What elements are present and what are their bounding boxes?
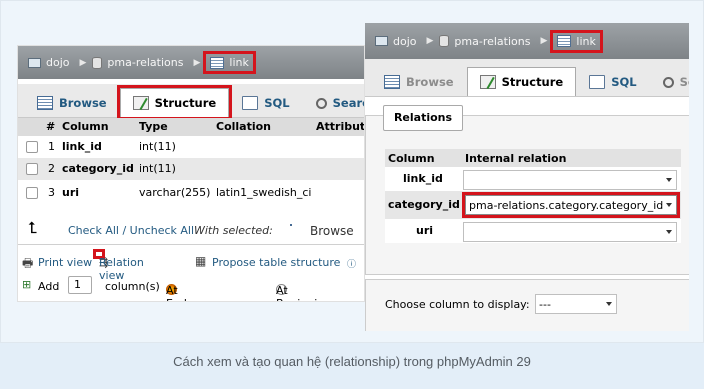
browse-icon — [290, 224, 292, 226]
table-header: # Column Type Collation Attribut — [18, 118, 364, 136]
browse-icon — [37, 96, 53, 110]
relation-select[interactable] — [463, 170, 677, 190]
structure-icon — [132, 96, 149, 110]
structure-pane: dojo ▶ pma-relations ▶ link Browse Struc… — [17, 45, 365, 302]
tab-browse[interactable]: Browse — [371, 67, 467, 96]
tab-sql[interactable]: SQL — [576, 67, 649, 96]
chevron-down-icon — [666, 230, 672, 234]
browse-icon — [384, 75, 400, 89]
display-fieldset: Choose column to display: --- — [365, 279, 689, 331]
breadcrumb-separator: ▶ — [193, 57, 201, 68]
relation-row: link_id — [385, 167, 681, 191]
table-row: 3 uri varchar(255) latin1_swedish_ci — [18, 182, 364, 204]
tab-bar: Browse Structure SQL Sea — [365, 59, 689, 97]
add-column-row: ⊞ Add 1 column(s) At End of Table At Beg… — [22, 276, 331, 301]
structure-icon — [479, 75, 496, 89]
print-view-link[interactable]: Print view — [38, 256, 92, 269]
tab-bar: Browse Structure SQL Search — [18, 84, 364, 120]
with-selected-label: With selected: — [194, 224, 273, 237]
tab-structure[interactable]: Structure — [466, 67, 577, 96]
relations-legend: Relations — [383, 105, 463, 131]
breadcrumb-server[interactable]: dojo — [28, 56, 70, 69]
add-count-input[interactable]: 1 — [68, 276, 92, 294]
row-checkbox[interactable] — [26, 163, 38, 175]
relation-view-link[interactable]: ⇶ Relation view — [93, 249, 144, 282]
breadcrumb-separator: ▶ — [79, 57, 87, 68]
relation-pane: dojo ▶ pma-relations ▶ link Browse Struc… — [365, 23, 689, 331]
search-icon — [662, 76, 674, 88]
relation-select[interactable] — [463, 222, 677, 242]
breadcrumb: dojo ▶ pma-relations ▶ link — [365, 23, 689, 59]
database-icon — [439, 35, 450, 47]
bulk-actions-row: ⮤ Check All / Uncheck All With selected:… — [18, 218, 364, 242]
table-row: 1 link_id int(11) — [18, 136, 364, 158]
tab-search[interactable]: Search — [303, 88, 364, 117]
chevron-down-icon — [606, 302, 612, 306]
tab-search[interactable]: Sea — [650, 67, 689, 96]
propose-structure-link[interactable]: Propose table structure — [212, 256, 340, 269]
breadcrumb-database[interactable]: pma-relations — [439, 35, 530, 48]
help-icon[interactable]: ⓘ — [347, 257, 356, 270]
tab-structure[interactable]: Structure — [116, 85, 233, 120]
relation-row: category_id pma-relations.category.categ… — [385, 191, 681, 219]
breadcrumb: dojo ▶ pma-relations ▶ link — [18, 46, 364, 79]
divider — [18, 244, 364, 245]
row-checkbox[interactable] — [26, 187, 38, 199]
links-row: 🖶 Print view ⇶ Relation view ▦ Propose ta… — [18, 249, 364, 282]
table-icon — [210, 56, 225, 69]
row-checkbox[interactable] — [26, 141, 38, 153]
printer-icon: 🖶 — [22, 256, 34, 270]
server-icon — [375, 36, 388, 46]
arrow-up-icon: ⮤ — [28, 218, 38, 237]
propose-icon: ▦ — [195, 254, 207, 268]
breadcrumb-table[interactable]: link — [203, 51, 256, 74]
table-icon — [557, 35, 572, 47]
chevron-down-icon — [666, 178, 672, 182]
tab-sql[interactable]: SQL — [229, 88, 302, 117]
bulk-browse-button[interactable]: Browse — [310, 224, 354, 238]
sql-icon — [242, 96, 259, 110]
screenshot-frame: dojo ▶ pma-relations ▶ link Browse Struc… — [0, 0, 704, 343]
add-column-icon: ⊞ — [22, 278, 32, 291]
relations-header: Column Internal relation — [385, 149, 681, 167]
relation-select[interactable]: pma-relations.category.category_id — [462, 192, 680, 218]
breadcrumb-separator: ▶ — [426, 36, 434, 46]
chevron-down-icon — [666, 203, 672, 207]
search-icon — [315, 97, 327, 109]
display-column-select[interactable]: --- — [535, 294, 617, 314]
breadcrumb-database[interactable]: pma-relations — [92, 56, 183, 69]
relation-row: uri — [385, 219, 681, 243]
check-all-link[interactable]: Check All / Uncheck All — [68, 224, 194, 237]
sql-icon — [589, 75, 606, 89]
database-icon — [92, 56, 103, 69]
tab-browse[interactable]: Browse — [24, 88, 120, 117]
breadcrumb-server[interactable]: dojo — [375, 35, 417, 48]
breadcrumb-separator: ▶ — [540, 36, 548, 46]
figure-caption: Cách xem và tạo quan hệ (relationship) t… — [0, 343, 704, 389]
breadcrumb-table[interactable]: link — [550, 29, 603, 53]
server-icon — [28, 57, 41, 68]
table-row: 2 category_id int(11) — [18, 158, 364, 180]
